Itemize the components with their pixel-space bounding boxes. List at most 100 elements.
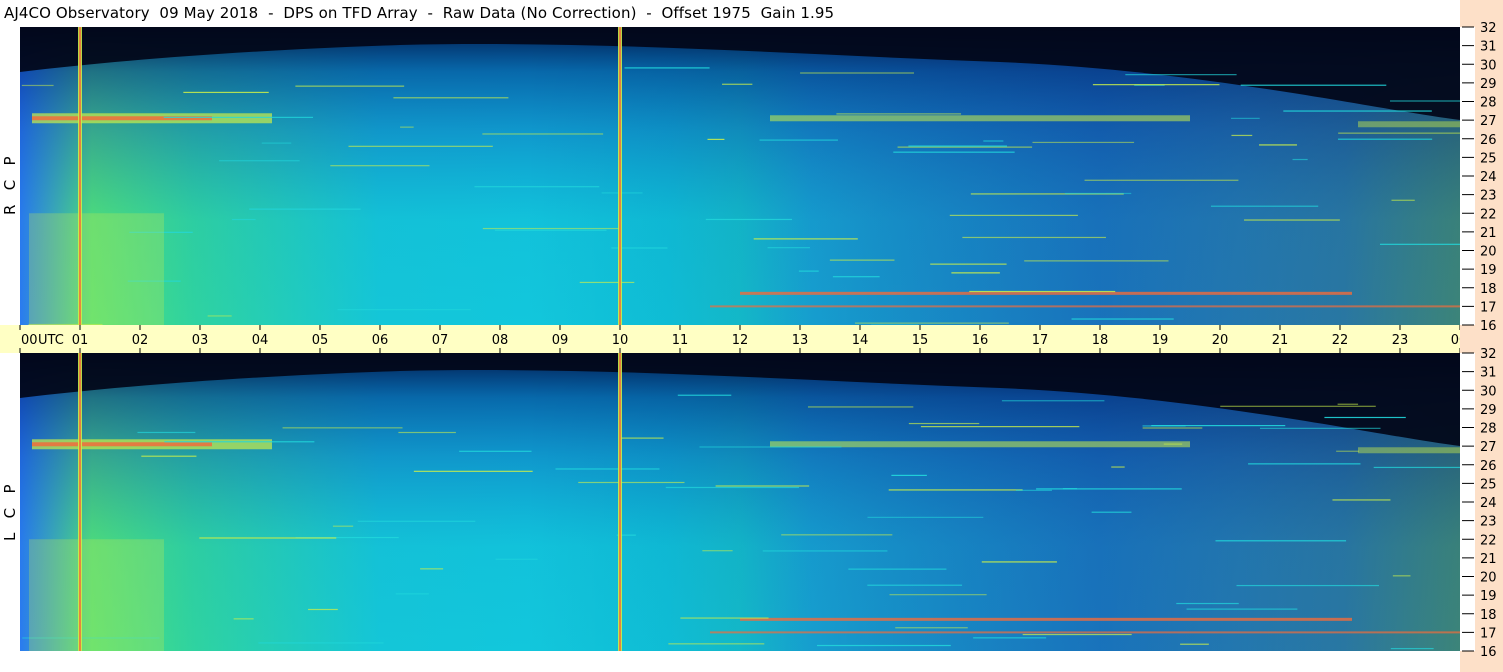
rcp-station-line <box>261 142 292 144</box>
rcp-station-line <box>983 140 1004 142</box>
rcp-station-line <box>1244 219 1340 221</box>
rcp-station-line <box>1240 84 1387 86</box>
lcp-station-line <box>137 431 196 434</box>
lcp-station-line <box>395 593 429 595</box>
rcp-station-line <box>1092 84 1220 86</box>
lcp-station-line <box>1337 403 1359 405</box>
utc-tick-label: 14 <box>852 333 869 348</box>
utc-tick-label: 19 <box>1152 333 1169 348</box>
rcp-station-line <box>219 160 300 162</box>
lcp-station-line <box>199 537 337 539</box>
rcp-station-line <box>951 272 1000 274</box>
rcp-station-line <box>1259 144 1297 146</box>
lcp-freq-tick-label: 25 <box>1480 477 1497 492</box>
lcp-freq-tick-label: 17 <box>1480 626 1497 641</box>
lcp-station-line <box>973 637 1047 639</box>
rcp-station-line <box>1231 134 1253 137</box>
lcp-freq-tick-label: 23 <box>1480 515 1497 530</box>
lcp-station-line <box>1015 489 1052 491</box>
rcp-station-line <box>722 83 753 85</box>
rcp-station-line <box>579 281 635 284</box>
rcp-station-line <box>474 186 600 188</box>
utc-tick-label: 11 <box>672 333 689 348</box>
lcp-station-line <box>1163 443 1183 445</box>
lcp-freq-tick-label: 19 <box>1480 589 1497 604</box>
rcp-station-line <box>800 72 914 74</box>
lcp-band-27mhz-right <box>770 441 1190 448</box>
rcp-station-line <box>163 116 314 118</box>
rcp-station-line <box>231 218 256 221</box>
lcp-station-line <box>1392 575 1411 577</box>
rcp-station-line <box>1391 199 1415 201</box>
lcp-freq-tick-label: 21 <box>1480 552 1497 567</box>
lcp-freq-tick-label: 16 <box>1480 645 1497 660</box>
rcp-freq-tick-label: 29 <box>1480 77 1497 92</box>
utc-tick-label: 21 <box>1272 333 1289 348</box>
lcp-vertical-line-1 <box>619 353 621 651</box>
rcp-station-line <box>705 218 793 221</box>
rcp-station-line <box>1283 110 1432 112</box>
lcp-station-line <box>1236 584 1380 587</box>
lcp-station-line <box>715 485 810 487</box>
rcp-band-27mhz-right <box>770 115 1190 122</box>
lcp-station-line <box>578 481 685 484</box>
lcp-station-line <box>1142 427 1203 429</box>
utc-tick-label: 09 <box>552 333 569 348</box>
lcp-station-line <box>1001 400 1105 402</box>
lcp-lowfreq-glow <box>29 539 164 651</box>
lcp-freq-tick-label: 26 <box>1480 459 1497 474</box>
lcp-station-line <box>1036 488 1182 490</box>
utc-tick-label: 10 <box>612 333 629 348</box>
lcp-station-line <box>1332 499 1391 501</box>
lcp-station-line <box>1176 602 1239 605</box>
rcp-station-line <box>753 238 858 240</box>
rcp-station-line <box>624 67 710 69</box>
rcp-side-label: R C P <box>1 156 19 215</box>
lcp-station-line <box>164 441 315 443</box>
utc-tick-label: 05 <box>312 333 329 348</box>
spectrogram-figure: 00 01 02 03 04 05 06 07 08 09 10 11 12 13 14 15 16 17 18 19… <box>0 0 1503 672</box>
lcp-station-line <box>1062 488 1078 490</box>
lcp-freq-tick-label: 32 <box>1480 347 1497 362</box>
lcp-station-line <box>807 406 914 408</box>
rcp-station-line <box>482 133 604 135</box>
utc-tick-label: 23 <box>1392 333 1409 348</box>
lcp-station-line <box>981 561 1057 563</box>
lcp-station-line <box>233 618 254 620</box>
rcp-station-line <box>207 315 232 317</box>
rcp-station-line <box>1071 318 1174 320</box>
rcp-freq-tick-label: 26 <box>1480 133 1497 148</box>
lcp-station-line <box>258 642 384 644</box>
lcp-station-line <box>781 534 893 536</box>
rcp-station-line <box>1338 132 1460 134</box>
lcp-panel <box>20 353 1460 651</box>
lcp-station-line <box>619 437 664 439</box>
lcp-station-line <box>1390 647 1434 650</box>
lcp-station-line <box>668 643 765 645</box>
rcp-panel <box>20 27 1460 325</box>
lcp-freq-tick-label: 20 <box>1480 571 1497 586</box>
lcp-band-26mhz-right <box>1358 447 1460 454</box>
lcp-station-line <box>308 608 338 611</box>
rcp-station-line <box>836 113 962 115</box>
rcp-station-line <box>601 192 643 194</box>
rcp-station-line <box>1292 158 1308 161</box>
rcp-station-line <box>707 138 725 141</box>
utc-tick-label: 01 <box>72 333 89 348</box>
lcp-station-line <box>702 550 733 552</box>
lcp-band-17mhz <box>710 631 1460 634</box>
utc-tick-label: 04 <box>252 333 269 348</box>
rcp-station-line <box>400 126 414 128</box>
rcp-freq-tick-label: 17 <box>1480 300 1497 315</box>
rcp-station-line <box>1337 138 1433 140</box>
lcp-station-line <box>1180 643 1209 645</box>
lcp-station-line <box>1142 425 1186 427</box>
lcp-station-line <box>495 558 538 560</box>
lcp-station-line <box>848 568 947 570</box>
lcp-station-line <box>398 431 456 434</box>
utc-tick-label: 20 <box>1212 333 1229 348</box>
utc-tick-label: 16 <box>972 333 989 348</box>
utc-tick-label: 02 <box>132 333 149 348</box>
rcp-station-line <box>767 247 810 249</box>
lcp-freq-tick-label: 29 <box>1480 403 1497 418</box>
